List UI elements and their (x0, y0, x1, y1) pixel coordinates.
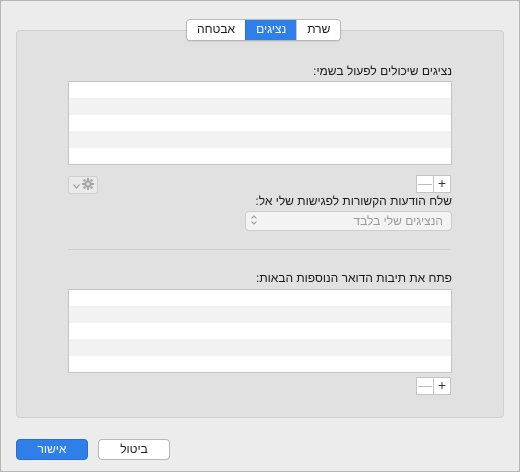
mailboxes-list[interactable] (68, 289, 452, 373)
tab-server[interactable]: שרת (296, 20, 341, 40)
select-value: הנציגים שלי בלבד (353, 214, 443, 228)
list-item[interactable] (69, 339, 451, 356)
delegates-list[interactable] (68, 81, 452, 165)
delegate-actions-menu-button[interactable] (68, 176, 98, 194)
list-item[interactable] (69, 148, 451, 164)
mailboxes-add-remove: — + (416, 377, 451, 395)
cancel-button[interactable]: ביטול (98, 439, 170, 460)
remove-delegate-button[interactable]: — (417, 176, 434, 192)
list-item[interactable] (69, 323, 451, 339)
tab-security[interactable]: אבטחה (187, 20, 246, 40)
section-divider (68, 249, 450, 250)
tab-delegates[interactable]: נציגים (245, 20, 297, 40)
send-messages-label: שלח הודעות הקשורות לפגישות שלי אל: (255, 194, 452, 208)
list-item[interactable] (69, 356, 451, 372)
chevron-down-icon (72, 178, 80, 192)
delegates-add-remove: — + (416, 175, 451, 193)
list-item[interactable] (69, 131, 451, 148)
ok-button[interactable]: אישור (16, 439, 88, 460)
add-delegate-button[interactable]: + (434, 176, 450, 192)
list-item[interactable] (69, 98, 451, 115)
add-mailbox-button[interactable]: + (434, 378, 450, 394)
updown-arrows-icon (250, 213, 258, 230)
gear-icon (81, 177, 94, 193)
list-item[interactable] (69, 306, 451, 323)
list-item[interactable] (69, 82, 451, 98)
tab-bar: שרת נציגים אבטחה (186, 19, 342, 41)
send-messages-select[interactable]: הנציגים שלי בלבד (245, 211, 452, 231)
mailboxes-label: פתח את תיבות הדואר הנוספות הבאות: (255, 271, 452, 285)
remove-mailbox-button[interactable]: — (417, 378, 434, 394)
list-item[interactable] (69, 290, 451, 306)
list-item[interactable] (69, 115, 451, 131)
delegates-label: נציגים שיכולים לפעול בשמי: (313, 64, 452, 78)
